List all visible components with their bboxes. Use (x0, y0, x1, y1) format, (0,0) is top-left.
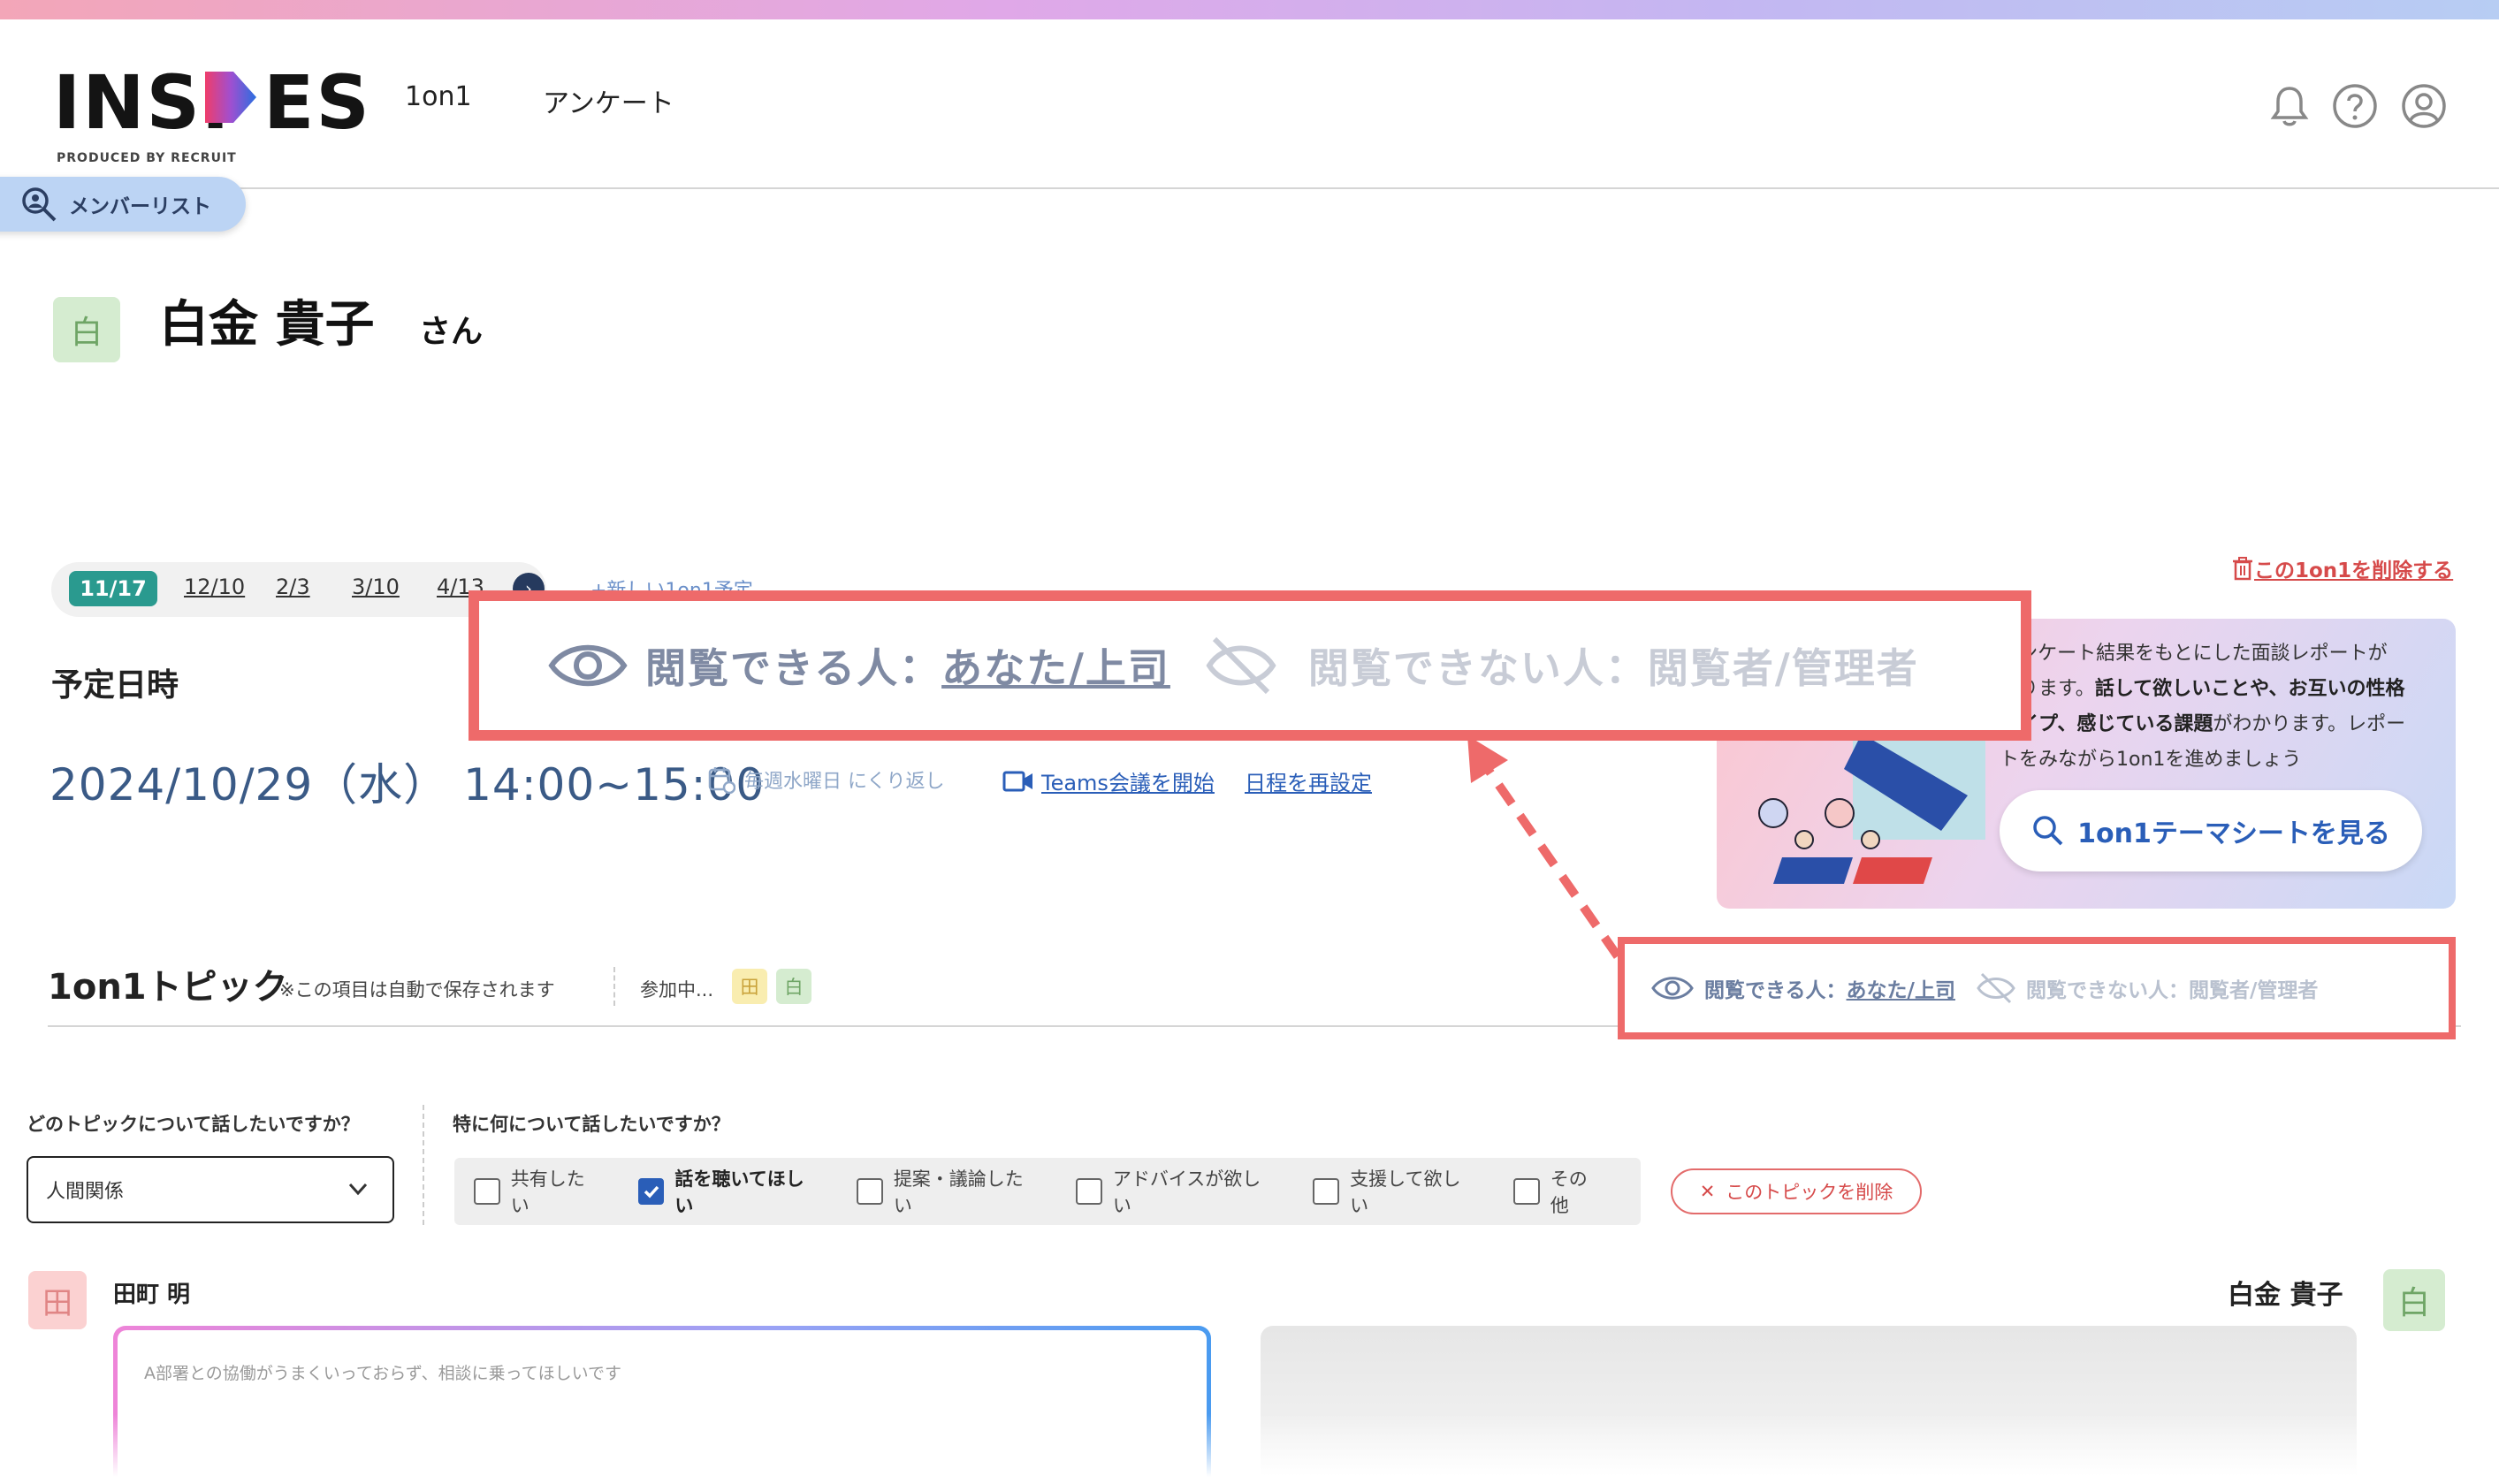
search-icon (2033, 816, 2063, 846)
teams-meeting-link[interactable]: Teams会議を開始 (1002, 765, 1215, 796)
logo-text-right: ES (263, 59, 371, 146)
checkbox[interactable] (1313, 1178, 1340, 1205)
topic-section-title: 1on1トピック (48, 967, 288, 1008)
promo-line: トをみながら1on1を進めましょう (2000, 749, 2302, 771)
visibility-cannot: 閲覧できない人：閲覧者/管理者 (1307, 644, 1919, 692)
delete-1on1-link[interactable]: この1on1を削除する (2231, 553, 2453, 583)
checkbox[interactable] (474, 1178, 500, 1205)
delete-1on1-label: この1on1を削除する (2254, 559, 2454, 582)
close-icon: ✕ (1699, 1181, 1716, 1202)
delete-topic-button[interactable]: ✕ このトピックを削除 (1671, 1168, 1922, 1214)
reschedule-link[interactable]: 日程を再設定 (1245, 765, 1372, 796)
callout-arrow (1467, 735, 1622, 959)
checkbox[interactable] (857, 1178, 883, 1205)
avatar: 白 (2383, 1269, 2445, 1331)
delete-topic-label: このトピックを削除 (1726, 1182, 1893, 1203)
checkbox-propose[interactable]: 提案・議論したい (857, 1165, 1040, 1218)
attendee-avatar: 田 (732, 969, 767, 1004)
promo-line: タイプ、感じている課題がわかります。レポー (2000, 713, 2406, 735)
date-tab[interactable]: 3/10 (352, 575, 400, 599)
check-icon (644, 1185, 659, 1199)
attending-label: 参加中... (640, 979, 714, 1001)
topic-select[interactable]: 人間関係 (27, 1156, 394, 1223)
visibility-indicator: 閲覧できる人：あなた/上司 閲覧できない人：閲覧者/管理者 (1618, 937, 2456, 1039)
insides-logo[interactable]: INSI ES PRODUCED BY RECRUIT (53, 59, 370, 174)
date-tab-active[interactable]: 11/17 (69, 571, 157, 606)
eye-icon (1651, 977, 1694, 1000)
commenter-name: 田町 明 (113, 1282, 191, 1308)
checkbox-other[interactable]: その他 (1512, 1165, 1605, 1218)
promo-line: アンケート結果をもとにした面談レポートが (2000, 643, 2388, 665)
divider (423, 1105, 424, 1225)
visibility-callout-zoom: 閲覧できる人：あなた/上司 閲覧できない人：閲覧者/管理者 (469, 590, 2031, 741)
theme-sheet-button[interactable]: 1on1テーマシートを見る (2000, 790, 2422, 871)
divider (613, 967, 615, 1006)
promo-line: あります。話して欲しいことや、お互いの性格 (2000, 678, 2405, 700)
checkbox-checked[interactable] (637, 1178, 665, 1205)
member-list-button[interactable]: メンバーリスト (0, 177, 246, 232)
member-list-label: メンバーリスト (69, 195, 211, 218)
checkbox[interactable] (1512, 1178, 1540, 1205)
theme-sheet-label: 1on1テーマシートを見る (2077, 818, 2390, 849)
teams-label: Teams会議を開始 (1041, 771, 1215, 795)
schedule-label: 予定日時 (51, 667, 179, 704)
eye-off-icon (1206, 636, 1276, 695)
trash-icon (2233, 557, 2252, 581)
chevron-down-icon (348, 1183, 368, 1196)
user-icon[interactable] (2399, 81, 2449, 131)
search-user-icon (22, 187, 57, 222)
member-name-suffix: さん (419, 314, 484, 350)
repeat-setting[interactable]: 毎週水曜日 にくり返し (707, 765, 945, 794)
attendee-avatar: 白 (776, 969, 811, 1004)
help-icon[interactable] (2330, 81, 2380, 131)
logo-subtitle: PRODUCED BY RECRUIT (57, 151, 237, 165)
avatar: 白 (53, 297, 120, 362)
logo-arrow-icon (205, 72, 256, 123)
visibility-cannot: 閲覧できない人：閲覧者/管理者 (2025, 979, 2319, 1002)
schedule-datetime: 2024/10/29（水） 14:00~15:00 (50, 759, 766, 810)
bell-icon[interactable] (2265, 81, 2314, 131)
eye-off-icon (1977, 972, 2015, 1004)
calendar-repeat-icon (708, 767, 735, 794)
visibility-can: 閲覧できる人：あなた/上司 (645, 644, 1170, 692)
app-header: INSI ES PRODUCED BY RECRUIT 1on1 アンケート (0, 19, 2499, 189)
checkbox[interactable] (1076, 1178, 1102, 1205)
avatar: 田 (28, 1271, 87, 1329)
nav-1on1[interactable]: 1on1 (405, 81, 472, 112)
date-tab[interactable]: 12/10 (184, 575, 245, 599)
focus-question-label: 特に何について話したいですか？ (453, 1114, 730, 1135)
nav-survey[interactable]: アンケート (543, 81, 674, 120)
promo-text: アンケート結果をもとにした面談レポートが あります。話して欲しいことや、お互いの… (2000, 636, 2424, 778)
topic-question-label: どのトピックについて話したいですか？ (27, 1114, 360, 1135)
checkbox-listen[interactable]: 話を聴いてほしい (637, 1165, 821, 1218)
repeat-label: 毎週水曜日 にくり返し (744, 771, 945, 793)
topic-select-value: 人間関係 (46, 1181, 125, 1203)
checkbox-advice[interactable]: アドバイスが欲しい (1076, 1165, 1277, 1218)
focus-checkbox-group: 共有したい 話を聴いてほしい 提案・議論したい アドバイスが欲しい 支援して欲し… (454, 1158, 1641, 1225)
commenter-name: 白金 貴子 (2228, 1280, 2343, 1311)
member-name: 白金 貴子 (159, 296, 375, 354)
checkbox-support[interactable]: 支援して欲しい (1313, 1165, 1478, 1218)
top-gradient-bar (0, 0, 2499, 19)
eye-icon (548, 644, 628, 687)
video-camera-icon (1002, 771, 1032, 791)
autosave-note: ※この項目は自動で保存されます (279, 979, 555, 1001)
date-tab[interactable]: 2/3 (276, 575, 310, 599)
bottom-fade (0, 1414, 2499, 1484)
checkbox-share[interactable]: 共有したい (474, 1165, 603, 1218)
visibility-can: 閲覧できる人：あなた/上司 (1704, 979, 1955, 1002)
